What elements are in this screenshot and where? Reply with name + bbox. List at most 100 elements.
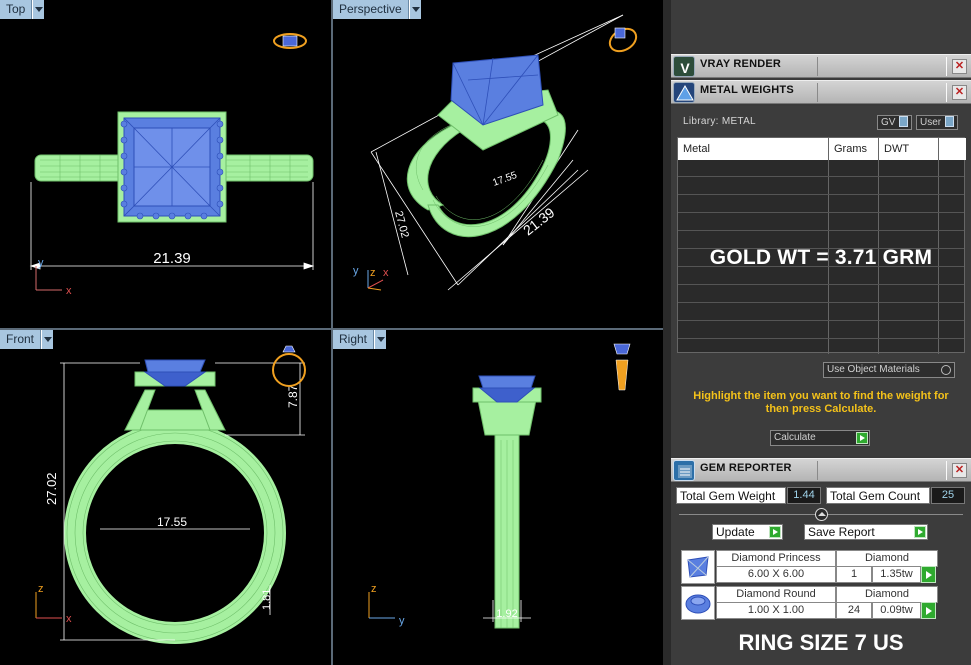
viewport-top[interactable]: Top 21.39 y x bbox=[0, 0, 331, 328]
axis-indicator: z x bbox=[35, 583, 72, 625]
gem-reporter-icon bbox=[673, 460, 695, 481]
column-metal: Metal bbox=[683, 143, 710, 155]
gem-weight: 0.09tw bbox=[872, 602, 921, 619]
axis-label-y: y bbox=[38, 257, 44, 269]
calculate-instructions: Highlight the item you want to find the … bbox=[693, 390, 949, 415]
ring-thumbnail-icon bbox=[273, 33, 307, 49]
row-divider bbox=[678, 320, 964, 321]
slider-knob-icon[interactable] bbox=[815, 508, 828, 521]
axis-label-z: z bbox=[371, 583, 377, 595]
calculate-button[interactable]: Calculate bbox=[770, 430, 870, 446]
gem-name: Diamond Round bbox=[716, 586, 836, 603]
dimension-persp-width: 21.39 bbox=[520, 204, 558, 238]
dimension-front-height: 27.02 bbox=[44, 472, 59, 505]
close-icon[interactable]: ✕ bbox=[952, 463, 967, 478]
app-window: Top 21.39 y x Perspective 17.55 21.39 27… bbox=[0, 0, 971, 665]
dimension-front-head: 7.87 bbox=[286, 384, 300, 408]
axis-indicator: y x bbox=[35, 257, 72, 297]
update-button[interactable]: Update bbox=[712, 524, 783, 540]
gem-reporter-bar[interactable]: GEM REPORTER ✕ bbox=[671, 458, 971, 482]
dimension-right-shank: 1.92 bbox=[496, 608, 517, 620]
gv-toggle[interactable]: GV bbox=[877, 115, 913, 130]
user-toggle[interactable]: User bbox=[916, 115, 959, 130]
perspective-view-drawing: 17.55 21.39 27.02 y z x bbox=[353, 14, 638, 291]
viewport-perspective[interactable]: Perspective 17.55 21.39 27.02 y z x bbox=[333, 0, 663, 328]
viewport-label: Perspective bbox=[333, 0, 409, 19]
play-arrow-icon bbox=[769, 526, 781, 538]
bar-divider bbox=[817, 83, 947, 102]
svg-text:V: V bbox=[680, 60, 690, 76]
save-report-button[interactable]: Save Report bbox=[804, 524, 928, 540]
bar-divider bbox=[817, 461, 947, 480]
library-label: Library: METAL bbox=[683, 116, 756, 127]
play-arrow-icon[interactable] bbox=[921, 566, 936, 583]
gem-name: Diamond Princess bbox=[716, 550, 836, 567]
viewport-label: Front bbox=[0, 330, 42, 349]
gem-size: 1.00 X 1.00 bbox=[716, 602, 836, 619]
viewport-menu-arrow-icon[interactable] bbox=[374, 330, 387, 349]
ring-thumbnail-icon bbox=[608, 27, 638, 53]
metal-weights-title: METAL WEIGHTS bbox=[700, 84, 794, 96]
toggle-indicator-icon bbox=[945, 116, 955, 127]
gem-material: Diamond bbox=[836, 586, 938, 603]
axis-label-z: z bbox=[38, 583, 44, 595]
princess-cut-icon bbox=[681, 550, 715, 584]
gold-weight-note: GOLD WT = 3.71 GRM bbox=[709, 246, 933, 269]
row-divider bbox=[678, 338, 964, 339]
column-grams: Grams bbox=[834, 143, 867, 155]
total-gem-count-value: 25 bbox=[931, 487, 965, 504]
vray-render-title: VRAY RENDER bbox=[700, 58, 782, 70]
row-divider bbox=[678, 230, 964, 231]
panel-splitter[interactable] bbox=[663, 0, 671, 665]
round-cut-icon bbox=[681, 586, 715, 620]
metal-table-header: Metal Grams DWT bbox=[678, 138, 966, 160]
save-report-label: Save Report bbox=[808, 525, 875, 539]
column-dwt: DWT bbox=[884, 143, 910, 155]
vray-render-bar[interactable]: V VRAY RENDER ✕ bbox=[671, 54, 971, 78]
gv-label: GV bbox=[881, 117, 896, 128]
gem-reporter-body: Total Gem Weight 1.44 Total Gem Count 25… bbox=[671, 484, 971, 665]
use-object-materials-toggle[interactable]: Use Object Materials bbox=[823, 362, 955, 378]
gem-row[interactable]: Diamond Princess Diamond 6.00 X 6.00 1 1… bbox=[681, 550, 947, 584]
perspective-dimension-lines bbox=[370, 14, 624, 291]
ring-top-wireframe bbox=[34, 111, 314, 223]
row-divider bbox=[678, 212, 964, 213]
update-label: Update bbox=[716, 525, 755, 539]
viewport-tab-right[interactable]: Right bbox=[333, 330, 387, 349]
axis-label-y: y bbox=[353, 265, 359, 277]
gem-row[interactable]: Diamond Round Diamond 1.00 X 1.00 24 0.0… bbox=[681, 586, 947, 620]
close-icon[interactable]: ✕ bbox=[952, 59, 967, 74]
viewport-tab-perspective[interactable]: Perspective bbox=[333, 0, 421, 19]
row-divider bbox=[678, 176, 964, 177]
viewport-right[interactable]: Right 1.92 z y bbox=[333, 330, 663, 665]
viewport-menu-arrow-icon[interactable] bbox=[32, 0, 45, 19]
dimension-front-shank: 1.81 bbox=[261, 589, 273, 610]
plugin-panel: V VRAY RENDER ✕ METAL WEIGHTS ✕ Library:… bbox=[671, 0, 971, 665]
row-divider bbox=[678, 302, 964, 303]
metal-table[interactable]: Metal Grams DWT bbox=[677, 137, 966, 354]
viewport-menu-arrow-icon[interactable] bbox=[41, 330, 54, 349]
axis-label-x: x bbox=[383, 267, 389, 279]
viewport-front[interactable]: Front 27.02 17.55 7.87 1.81 z x bbox=[0, 330, 331, 665]
metal-weights-bar[interactable]: METAL WEIGHTS ✕ bbox=[671, 80, 971, 104]
ring-thumbnail-icon bbox=[613, 343, 631, 391]
total-gem-count-label: Total Gem Count bbox=[826, 487, 930, 504]
gem-count: 24 bbox=[836, 602, 872, 619]
top-view-drawing: 21.39 y x bbox=[29, 33, 315, 297]
axis-label-x: x bbox=[66, 613, 72, 625]
viewport-tab-front[interactable]: Front bbox=[0, 330, 54, 349]
vray-icon: V bbox=[673, 56, 695, 77]
viewport-tab-top[interactable]: Top bbox=[0, 0, 45, 19]
dimension-front-inner: 17.55 bbox=[157, 515, 187, 529]
play-arrow-icon[interactable] bbox=[921, 602, 936, 619]
radio-circle-icon bbox=[941, 365, 951, 375]
viewport-menu-arrow-icon[interactable] bbox=[408, 0, 421, 19]
calculate-label: Calculate bbox=[774, 432, 816, 443]
viewport-label: Right bbox=[333, 330, 375, 349]
ring-right-wireframe bbox=[472, 375, 542, 629]
close-icon[interactable]: ✕ bbox=[952, 85, 967, 100]
metal-weights-body: Library: METAL GV User Metal Grams DWT G… bbox=[671, 106, 971, 456]
axis-label-x: x bbox=[66, 285, 72, 297]
viewport-divider-horizontal[interactable] bbox=[0, 328, 663, 330]
axis-label-z: z bbox=[370, 267, 376, 279]
